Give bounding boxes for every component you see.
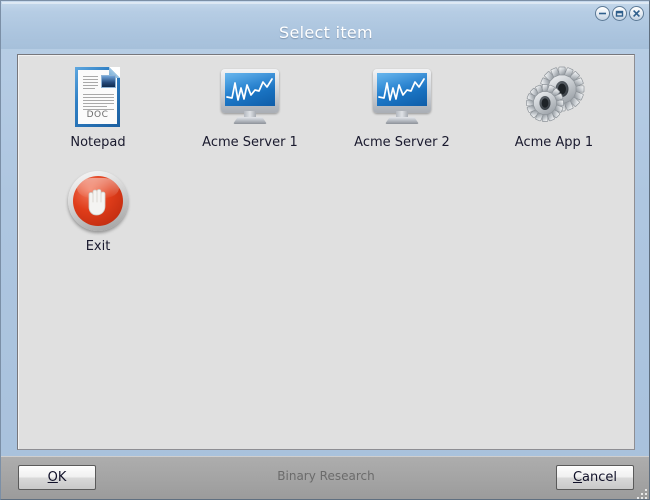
- maximize-button[interactable]: [612, 6, 627, 21]
- icon-grid: DOC Notepad Acme Server 1 Acme Server 2 …: [18, 55, 634, 449]
- item-acme-server-1[interactable]: Acme Server 1: [174, 59, 326, 159]
- close-button[interactable]: [629, 6, 644, 21]
- gears-icon: [522, 65, 586, 129]
- item-notepad[interactable]: DOC Notepad: [22, 59, 174, 159]
- dialog-footer: Binary Research OK Cancel: [1, 456, 649, 499]
- item-list-panel: DOC Notepad Acme Server 1 Acme Server 2 …: [17, 54, 635, 450]
- resize-grip[interactable]: [633, 485, 647, 499]
- maximize-icon: [615, 10, 624, 17]
- document-doc-icon: DOC: [66, 65, 130, 129]
- stop-hand-icon: [66, 169, 130, 233]
- item-acme-server-2[interactable]: Acme Server 2: [326, 59, 478, 159]
- cancel-button[interactable]: Cancel: [556, 465, 634, 490]
- ok-mnemonic: O: [47, 470, 58, 485]
- select-item-dialog: Select item DOC Notepad Acme Server 1 Ac…: [0, 0, 650, 500]
- item-label: Notepad: [70, 135, 126, 150]
- gears-glyph: [526, 66, 585, 122]
- ok-button[interactable]: OK: [18, 465, 96, 490]
- monitor-chart-icon: [218, 65, 282, 129]
- ok-rest: K: [57, 470, 67, 485]
- monitor-chart-icon: [370, 65, 434, 129]
- minimize-icon: [599, 12, 606, 15]
- window-controls: [595, 6, 644, 21]
- item-exit[interactable]: Exit: [22, 163, 174, 263]
- cancel-mnemonic: C: [572, 470, 583, 485]
- close-icon: [633, 10, 640, 17]
- item-acme-app-1[interactable]: Acme App 1: [478, 59, 630, 159]
- title-bar: Select item: [1, 1, 649, 49]
- item-label: Acme App 1: [514, 135, 594, 150]
- doc-badge-label: DOC: [86, 110, 109, 120]
- item-label: Acme Server 1: [202, 135, 298, 150]
- item-label: Acme Server 2: [354, 135, 450, 150]
- item-label: Exit: [85, 239, 111, 254]
- branding-note: Binary Research: [277, 469, 375, 483]
- minimize-button[interactable]: [595, 6, 610, 21]
- window-title: Select item: [279, 23, 373, 42]
- title-bar-highlight: [2, 2, 649, 4]
- cancel-rest: ancel: [582, 470, 618, 485]
- hand-glyph: [88, 189, 106, 216]
